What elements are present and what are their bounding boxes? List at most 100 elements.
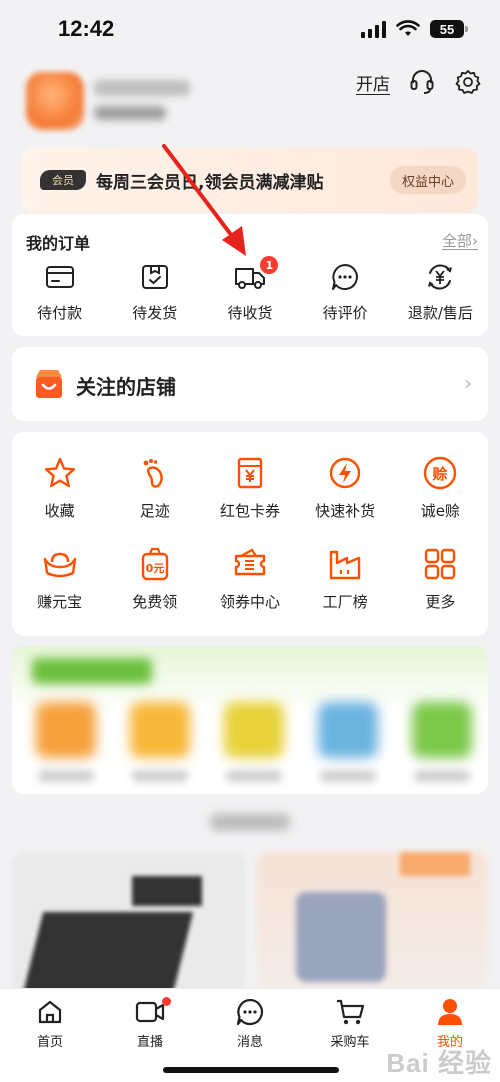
order-pending-review[interactable]: 待评价 bbox=[298, 260, 393, 323]
promo-caption bbox=[414, 770, 470, 782]
tab-live[interactable]: 直播 bbox=[100, 995, 200, 1050]
tool-label: 更多 bbox=[425, 593, 456, 611]
member-banner-text: 每周三会员日,领会员满减津贴 bbox=[96, 173, 324, 193]
tool-footprint[interactable]: 足迹 bbox=[107, 454, 202, 521]
feed-image-shape bbox=[296, 892, 386, 982]
lightning-icon bbox=[326, 454, 364, 492]
feed-image-shape bbox=[400, 852, 470, 876]
star-icon bbox=[41, 454, 79, 492]
order-pending-shipment[interactable]: 待发货 bbox=[107, 260, 202, 323]
promo-banner-blurred[interactable] bbox=[12, 646, 488, 794]
tool-coupon-center[interactable]: 领券中心 bbox=[202, 545, 297, 612]
recommend-section-label bbox=[210, 814, 290, 830]
shop-bag-icon bbox=[36, 370, 62, 398]
package-box-icon bbox=[138, 260, 172, 294]
tool-more[interactable]: 更多 bbox=[393, 545, 488, 612]
tab-label: 消息 bbox=[236, 1035, 263, 1050]
cellular-signal-icon bbox=[361, 20, 386, 38]
tool-free-claim[interactable]: 0元 免费领 bbox=[107, 545, 202, 612]
home-icon bbox=[33, 995, 67, 1029]
blurred-username bbox=[94, 80, 190, 96]
promo-caption bbox=[226, 770, 282, 782]
feed-image-shape bbox=[132, 876, 202, 906]
tool-earn-ingot[interactable]: 赚元宝 bbox=[12, 545, 107, 612]
orders-title: 我的订单 bbox=[26, 234, 91, 253]
status-time: 12:42 bbox=[58, 16, 115, 41]
order-refund-aftersale[interactable]: 退款/售后 bbox=[393, 260, 488, 323]
tab-home[interactable]: 首页 bbox=[0, 995, 100, 1050]
promo-thumb[interactable] bbox=[318, 702, 378, 758]
rights-center-button[interactable]: 权益中心 bbox=[389, 166, 466, 194]
footprint-icon bbox=[136, 454, 174, 492]
promo-caption bbox=[38, 770, 94, 782]
tool-red-envelope[interactable]: 红包卡券 bbox=[202, 454, 297, 521]
grid-more-icon bbox=[421, 545, 459, 583]
tab-mine[interactable]: 我的 bbox=[400, 995, 500, 1050]
promo-thumb[interactable] bbox=[130, 702, 190, 758]
order-item-label: 待评价 bbox=[322, 304, 368, 322]
credit-seal-icon: 赊 bbox=[421, 454, 459, 492]
refund-yen-icon bbox=[423, 260, 457, 294]
notification-dot bbox=[162, 997, 171, 1006]
svg-text:赊: 赊 bbox=[433, 465, 448, 483]
order-pending-payment[interactable]: 待付款 bbox=[12, 260, 107, 323]
promo-caption bbox=[320, 770, 376, 782]
tab-label: 首页 bbox=[36, 1035, 63, 1050]
factory-icon bbox=[326, 545, 364, 583]
tab-label: 直播 bbox=[136, 1035, 163, 1050]
tool-label: 红包卡券 bbox=[219, 502, 280, 520]
tool-label: 诚e赊 bbox=[420, 502, 460, 520]
tool-quick-restock[interactable]: 快速补货 bbox=[298, 454, 393, 521]
headset-icon[interactable] bbox=[408, 68, 436, 96]
tool-factory-ranking[interactable]: 工厂榜 bbox=[298, 545, 393, 612]
followed-shops-card[interactable]: 关注的店铺 › bbox=[12, 347, 488, 421]
tool-label: 领券中心 bbox=[219, 593, 280, 611]
tool-label: 快速补货 bbox=[315, 502, 376, 520]
tool-label: 足迹 bbox=[139, 502, 170, 520]
promo-thumb[interactable] bbox=[36, 702, 96, 758]
settings-gear-icon[interactable] bbox=[454, 68, 482, 96]
promo-thumb[interactable] bbox=[412, 702, 472, 758]
order-item-label: 退款/售后 bbox=[407, 304, 473, 322]
watermark: Bai 经验 bbox=[386, 1048, 492, 1078]
promo-thumb[interactable] bbox=[224, 702, 284, 758]
comment-bubble-icon bbox=[328, 260, 362, 294]
member-day-banner[interactable]: 会员 每周三会员日,领会员满减津贴 权益中心 bbox=[22, 148, 478, 212]
profile-header[interactable] bbox=[26, 72, 190, 130]
feed-item-right[interactable] bbox=[256, 852, 488, 992]
tab-cart[interactable]: 采购车 bbox=[300, 995, 400, 1050]
wallet-card-icon bbox=[43, 260, 77, 294]
order-count-badge: 1 bbox=[260, 256, 279, 274]
top-actions: 开店 bbox=[356, 68, 482, 96]
blurred-user-info bbox=[94, 106, 166, 120]
open-shop-link[interactable]: 开店 bbox=[356, 70, 390, 95]
tool-favorites[interactable]: 收藏 bbox=[12, 454, 107, 521]
tool-label: 收藏 bbox=[44, 502, 75, 520]
avatar[interactable] bbox=[26, 72, 84, 130]
promo-tag bbox=[32, 658, 152, 684]
chevron-right-icon: › bbox=[464, 371, 472, 395]
orders-all-link[interactable]: 全部› bbox=[442, 230, 478, 251]
tools-grid-card: 收藏 足迹 红包卡券 快速补货 赊 诚e赊 赚元宝 0元 免费领 领券中心 工厂… bbox=[12, 432, 488, 636]
profile-icon bbox=[433, 995, 467, 1029]
order-item-label: 待发货 bbox=[132, 304, 178, 322]
member-badge: 会员 bbox=[40, 170, 86, 190]
message-icon bbox=[233, 995, 267, 1029]
tool-credit-pay[interactable]: 赊 诚e赊 bbox=[393, 454, 488, 521]
tab-messages[interactable]: 消息 bbox=[200, 995, 300, 1050]
feed-item-left[interactable] bbox=[12, 852, 246, 992]
wifi-icon bbox=[396, 20, 420, 36]
status-bar: 12:42 55 bbox=[0, 0, 500, 62]
promo-caption bbox=[132, 770, 188, 782]
battery-icon: 55 bbox=[430, 20, 468, 38]
order-item-label: 待付款 bbox=[37, 304, 83, 322]
feed-image-shape bbox=[20, 912, 194, 992]
tool-label: 免费领 bbox=[132, 593, 178, 611]
order-item-label: 待收货 bbox=[227, 304, 273, 322]
my-orders-card: 我的订单 全部› 待付款 待发货 1 待收货 待评价 退款/售后 bbox=[12, 214, 488, 336]
order-pending-receipt[interactable]: 1 待收货 bbox=[202, 256, 297, 323]
cart-icon bbox=[333, 995, 367, 1029]
svg-text:0元: 0元 bbox=[145, 562, 164, 575]
status-icons: 55 bbox=[361, 20, 468, 38]
tab-label: 采购车 bbox=[330, 1035, 370, 1050]
